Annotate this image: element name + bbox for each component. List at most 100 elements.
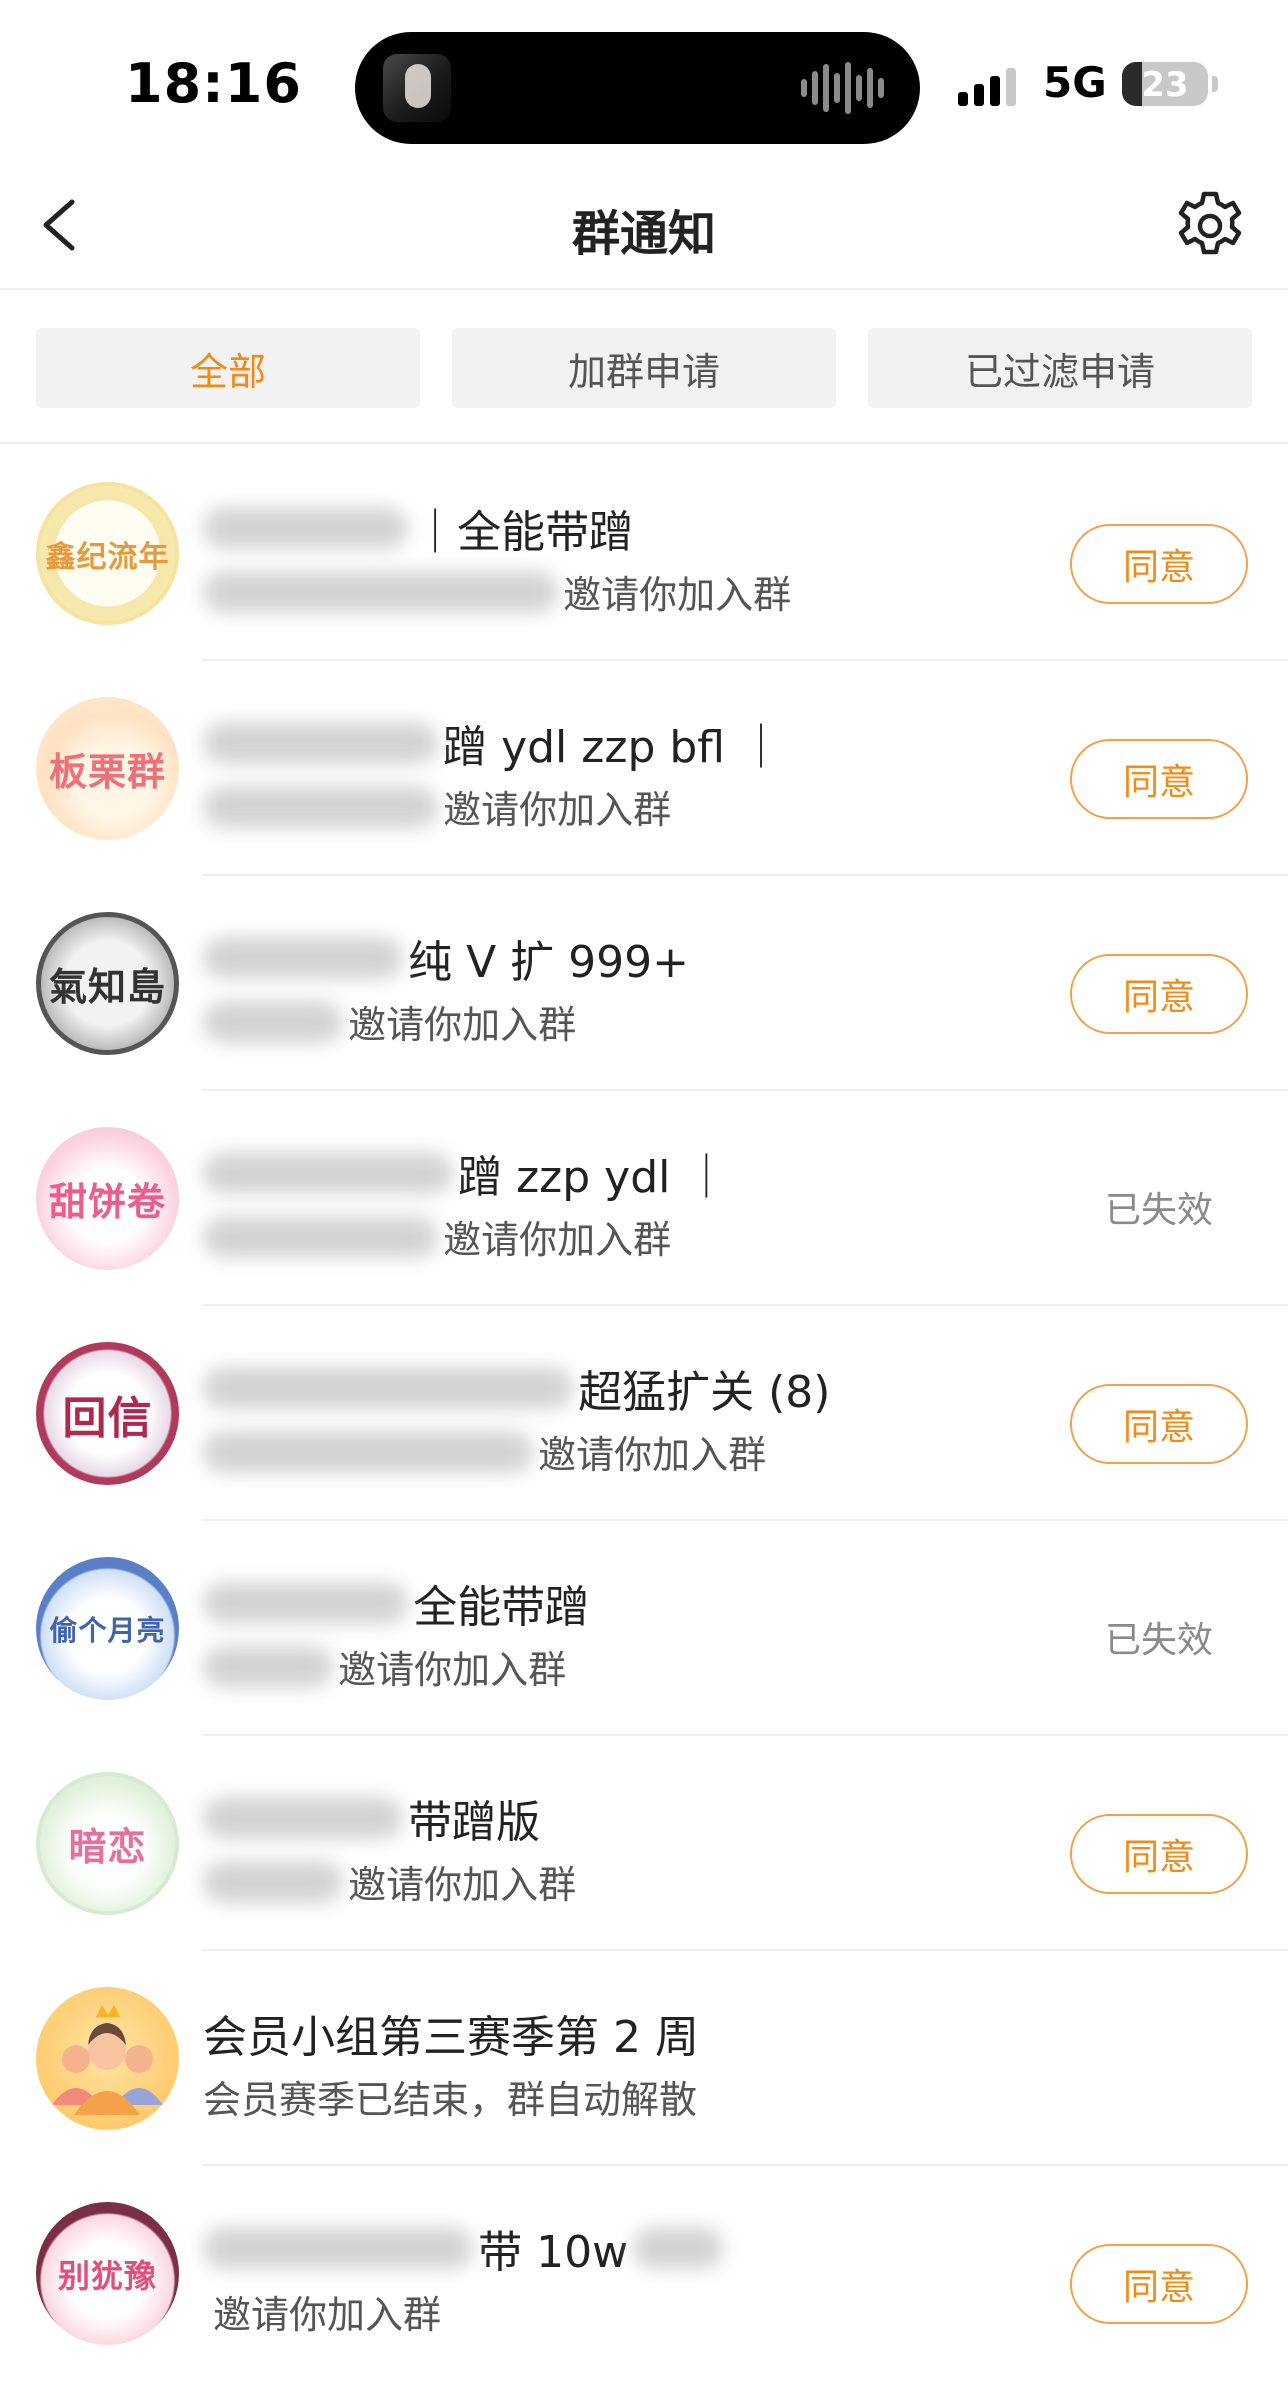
status-bar: 18:16 5G 23 xyxy=(0,0,1288,160)
group-avatar xyxy=(36,1987,179,2130)
item-title: 全能带蹭 xyxy=(203,1571,1038,1633)
audio-waveform-icon xyxy=(801,62,884,114)
list-item[interactable]: 别犹豫 带 10w 邀请你加入群 同意 xyxy=(0,2166,1288,2381)
avatar-label: 暗恋 xyxy=(68,1825,147,1869)
item-title: 蹭 zzp ydl ｜ xyxy=(203,1141,1038,1203)
item-subtitle: 会员赛季已结束，群自动解散 xyxy=(203,2069,1038,2122)
item-title-text: 会员小组第三赛季第 2 周 xyxy=(203,2012,699,2063)
list-item[interactable]: 板栗群 蹭 ydl zzp bfl ｜ 邀请你加入群 同意 xyxy=(0,661,1288,876)
blurred-text xyxy=(203,570,558,613)
item-title: 带蹭版 xyxy=(203,1786,1038,1848)
settings-button[interactable] xyxy=(1170,186,1250,266)
agree-button[interactable]: 同意 xyxy=(1070,954,1248,1034)
blurred-text xyxy=(203,507,408,549)
item-title-text: 超猛扩关 (8) xyxy=(578,1367,831,1418)
filter-tabs: 全部 加群申请 已过滤申请 xyxy=(0,292,1288,444)
item-subtitle: 邀请你加入群 xyxy=(203,994,1038,1047)
tab-join-requests[interactable]: 加群申请 xyxy=(452,328,836,408)
blurred-text xyxy=(203,1000,343,1043)
avatar-label: 偷个月亮 xyxy=(49,1613,166,1647)
network-type: 5G xyxy=(1043,58,1107,107)
blurred-text xyxy=(203,1215,438,1258)
group-avatar: 回信 xyxy=(36,1342,179,1485)
item-subtitle-text: 邀请你加入群 xyxy=(213,2293,442,2337)
battery-percentage: 23 xyxy=(1141,65,1189,105)
agree-button[interactable]: 同意 xyxy=(1070,739,1248,819)
avatar-label: 回信 xyxy=(62,1392,153,1444)
list-item[interactable]: 会员小组第三赛季第 2 周 会员赛季已结束，群自动解散 xyxy=(0,1951,1288,2166)
page-title: 群通知 xyxy=(571,206,716,262)
group-avatar: 鑫纪流年 xyxy=(36,482,179,625)
item-title-text: 纯 V 扩 999+ xyxy=(408,937,690,988)
list-item[interactable]: 暗恋 带蹭版 邀请你加入群 同意 xyxy=(0,1736,1288,1951)
avatar-label: 氣知島 xyxy=(48,965,166,1009)
group-avatar: 氣知島 xyxy=(36,912,179,1055)
item-title: 超猛扩关 (8) xyxy=(203,1356,1038,1418)
item-subtitle-text: 邀请你加入群 xyxy=(338,1648,567,1692)
list-item[interactable]: 回信 超猛扩关 (8) 邀请你加入群 同意 xyxy=(0,1306,1288,1521)
group-avatar: 板栗群 xyxy=(36,697,179,840)
list-item[interactable]: 鑫纪流年 ｜全能带蹭 邀请你加入群 同意 xyxy=(0,446,1288,661)
status-time: 18:16 xyxy=(125,52,302,115)
blurred-text xyxy=(203,1797,403,1839)
blurred-text xyxy=(203,722,438,764)
avatar-label: 板栗群 xyxy=(48,750,166,794)
dynamic-island[interactable] xyxy=(355,32,920,144)
member-group-icon xyxy=(52,2005,163,2115)
item-title-text: ｜全能带蹭 xyxy=(413,507,634,558)
item-subtitle-text: 会员赛季已结束，群自动解散 xyxy=(203,2078,698,2122)
item-subtitle-text: 邀请你加入群 xyxy=(538,1433,767,1477)
item-subtitle: 邀请你加入群 xyxy=(203,1639,1038,1692)
navigation-bar: 群通知 xyxy=(0,160,1288,290)
item-title-text: 蹭 zzp ydl ｜ xyxy=(458,1152,729,1203)
blurred-text xyxy=(203,1152,453,1194)
item-subtitle-text: 邀请你加入群 xyxy=(443,788,672,832)
item-subtitle-text: 邀请你加入群 xyxy=(443,1218,672,1262)
gear-icon xyxy=(1178,191,1242,255)
item-subtitle: 邀请你加入群 xyxy=(203,1209,1038,1262)
item-title: 带 10w xyxy=(203,2216,1038,2278)
tab-all[interactable]: 全部 xyxy=(36,328,420,408)
item-subtitle-text: 邀请你加入群 xyxy=(348,1003,577,1047)
blurred-text xyxy=(203,1860,343,1903)
blurred-text xyxy=(203,785,438,828)
item-title: 会员小组第三赛季第 2 周 xyxy=(203,2001,1038,2063)
item-title: 蹭 ydl zzp bfl ｜ xyxy=(203,711,1038,773)
item-subtitle-text: 邀请你加入群 xyxy=(348,1863,577,1907)
item-subtitle: 邀请你加入群 xyxy=(203,1854,1038,1907)
item-title-text: 带蹭版 xyxy=(408,1797,541,1848)
agree-button[interactable]: 同意 xyxy=(1070,1814,1248,1894)
agree-button[interactable]: 同意 xyxy=(1070,1384,1248,1464)
item-subtitle: 邀请你加入群 xyxy=(203,564,1038,617)
group-avatar: 偷个月亮 xyxy=(36,1557,179,1700)
item-title-text: 蹭 ydl zzp bfl ｜ xyxy=(443,722,783,773)
blurred-text xyxy=(203,1430,533,1473)
blurred-text xyxy=(203,2227,473,2269)
list-item[interactable]: 偷个月亮 全能带蹭 邀请你加入群 已失效 xyxy=(0,1521,1288,1736)
item-title-text: 带 10w xyxy=(478,2227,629,2278)
agree-button[interactable]: 同意 xyxy=(1070,2244,1248,2324)
battery-icon: 23 xyxy=(1122,62,1208,106)
item-subtitle: 邀请你加入群 xyxy=(203,779,1038,832)
avatar-label: 甜饼卷 xyxy=(48,1180,166,1224)
list-item[interactable]: 甜饼卷 蹭 zzp ydl ｜ 邀请你加入群 已失效 xyxy=(0,1091,1288,1306)
screen: 18:16 5G 23 群通知 全部 加群申请 已过滤申请 鑫纪流年 ｜全能带蹭… xyxy=(0,0,1288,2387)
avatar-label: 别犹豫 xyxy=(57,2256,157,2295)
avatar-label: 鑫纪流年 xyxy=(45,539,170,575)
blurred-text xyxy=(203,1645,333,1688)
group-avatar: 别犹豫 xyxy=(36,2202,179,2345)
blurred-text xyxy=(203,1582,408,1624)
blurred-text xyxy=(203,1367,573,1409)
group-avatar: 暗恋 xyxy=(36,1772,179,1915)
item-title: 纯 V 扩 999+ xyxy=(203,926,1038,988)
expired-status: 已失效 xyxy=(1104,1190,1213,1231)
item-title: ｜全能带蹭 xyxy=(203,496,1038,558)
tab-filtered-requests[interactable]: 已过滤申请 xyxy=(868,328,1252,408)
blurred-text xyxy=(203,937,403,979)
item-subtitle: 邀请你加入群 xyxy=(203,2284,1038,2337)
blurred-text xyxy=(633,2227,724,2269)
now-playing-artwork xyxy=(383,54,451,122)
list-item[interactable]: 氣知島 纯 V 扩 999+ 邀请你加入群 同意 xyxy=(0,876,1288,1091)
agree-button[interactable]: 同意 xyxy=(1070,524,1248,604)
group-avatar: 甜饼卷 xyxy=(36,1127,179,1270)
